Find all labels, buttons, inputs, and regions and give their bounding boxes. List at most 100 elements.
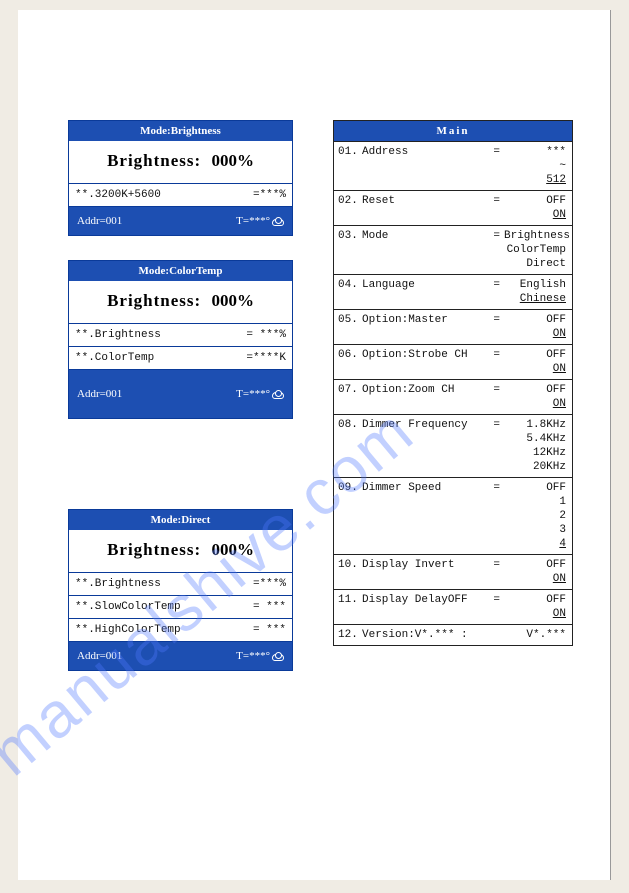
param-row: **.SlowColorTemp = *** (69, 596, 292, 619)
menu-extra: 2 (338, 509, 566, 523)
menu-name: Display DelayOFF (362, 593, 490, 607)
menu-eq: = (490, 229, 500, 243)
menu-num: 05. (338, 313, 362, 327)
addr-text: Addr=001 (77, 215, 122, 227)
big-value: 000% (211, 151, 254, 170)
menu-eq: = (490, 481, 500, 495)
menu-eq: = (490, 278, 500, 292)
menu-extra: 512 (338, 173, 566, 187)
menu-value: OFF (500, 313, 566, 327)
menu-value: OFF (500, 194, 566, 208)
menu-name: Mode (362, 229, 490, 243)
big-label: Brightness: (107, 540, 201, 559)
menu-row: 11.Display DelayOFF=OFFON (334, 589, 572, 624)
menu-num: 11. (338, 593, 362, 607)
param-name: **.HighColorTemp (75, 624, 253, 636)
page: manualshive.com Mode:Brightness Brightne… (0, 0, 629, 893)
menu-name: Option:Strobe CH (362, 348, 490, 362)
menu-name: Option:Zoom CH (362, 383, 490, 397)
menu-name: Address (362, 145, 490, 159)
main-menu: Main 01.Address=***~51202.Reset=OFFON03.… (333, 120, 573, 646)
menu-num: 01. (338, 145, 362, 159)
menu-row: 09.Dimmer Speed=OFF1234 (334, 477, 572, 554)
menu-extra: ColorTemp (338, 243, 566, 257)
panel-brightness-big: Brightness: 000% (69, 141, 292, 184)
addr-text: Addr=001 (77, 388, 122, 400)
panel-direct-title: Mode:Direct (69, 510, 292, 530)
param-row: **.Brightness =***% (69, 573, 292, 596)
menu-eq: = (490, 383, 500, 397)
menu-eq: = (490, 418, 500, 432)
panel-brightness: Mode:Brightness Brightness: 000% **.3200… (68, 120, 293, 236)
temp-text: T=***° (236, 650, 284, 662)
menu-num: 12. (338, 628, 362, 642)
menu-row: 05.Option:Master=OFFON (334, 309, 572, 344)
left-column: Mode:Brightness Brightness: 000% **.3200… (68, 120, 293, 695)
menu-extra: ON (338, 397, 566, 411)
menu-value: OFF (500, 558, 566, 572)
menu-extra: ON (338, 327, 566, 341)
menu-num: 08. (338, 418, 362, 432)
param-name: **.3200K+5600 (75, 189, 253, 201)
menu-num: 03. (338, 229, 362, 243)
addr-text: Addr=001 (77, 650, 122, 662)
menu-value: OFF (500, 593, 566, 607)
menu-row: 07.Option:Zoom CH=OFFON (334, 379, 572, 414)
menu-eq: = (490, 348, 500, 362)
temp-text: T=***° (236, 388, 284, 400)
param-row: **.Brightness = ***% (69, 324, 292, 347)
menu-extra: ON (338, 208, 566, 222)
menu-row: 03.Mode=BrightnessColorTempDirect (334, 225, 572, 274)
menu-extra: ~ (338, 159, 566, 173)
menu-extra: 1 (338, 495, 566, 509)
temp-value: T=***° (236, 388, 270, 400)
param-row: **.ColorTemp =****K (69, 347, 292, 370)
param-value: = *** (253, 601, 286, 613)
sheet: manualshive.com Mode:Brightness Brightne… (18, 10, 611, 880)
menu-extra: Chinese (338, 292, 566, 306)
menu-extra: 3 (338, 523, 566, 537)
menu-extra: ON (338, 362, 566, 376)
temp-value: T=***° (236, 215, 270, 227)
param-name: **.ColorTemp (75, 352, 246, 364)
menu-value: V*.*** (500, 628, 566, 642)
menu-value: 1.8KHz (500, 418, 566, 432)
panel-direct: Mode:Direct Brightness: 000% **.Brightne… (68, 509, 293, 671)
param-value: =***% (253, 189, 286, 201)
menu-eq (490, 628, 500, 642)
menu-eq: = (490, 558, 500, 572)
menu-name: Option:Master (362, 313, 490, 327)
menu-num: 10. (338, 558, 362, 572)
param-name: **.Brightness (75, 578, 253, 590)
menu-num: 04. (338, 278, 362, 292)
menu-name: Dimmer Frequency (362, 418, 490, 432)
menu-extra: ON (338, 607, 566, 621)
menu-row: 08.Dimmer Frequency=1.8KHz5.4KHz12KHz20K… (334, 414, 572, 477)
cloud-icon (272, 392, 284, 399)
menu-num: 09. (338, 481, 362, 495)
main-menu-body: 01.Address=***~51202.Reset=OFFON03.Mode=… (334, 141, 572, 645)
cloud-icon (272, 654, 284, 661)
param-value: =***% (253, 578, 286, 590)
addr-bar: Addr=001 T=***° (69, 642, 292, 670)
panel-colortemp-title: Mode:ColorTemp (69, 261, 292, 281)
addr-bar: Addr=001 T=***° (69, 207, 292, 235)
menu-eq: = (490, 313, 500, 327)
columns: Mode:Brightness Brightness: 000% **.3200… (68, 120, 560, 695)
cloud-icon (272, 219, 284, 226)
addr-bar: Addr=001 T=***° (69, 370, 292, 418)
panel-brightness-title: Mode:Brightness (69, 121, 292, 141)
menu-extra: 20KHz (338, 460, 566, 474)
menu-row: 06.Option:Strobe CH=OFFON (334, 344, 572, 379)
menu-row: 10.Display Invert=OFFON (334, 554, 572, 589)
menu-extra: 12KHz (338, 446, 566, 460)
menu-row: 01.Address=***~512 (334, 141, 572, 190)
menu-eq: = (490, 145, 500, 159)
menu-extra: ON (338, 572, 566, 586)
temp-text: T=***° (236, 215, 284, 227)
param-value: = ***% (246, 329, 286, 341)
menu-value: Brightness (500, 229, 566, 243)
temp-value: T=***° (236, 650, 270, 662)
menu-value: English (500, 278, 566, 292)
panel-colortemp-big: Brightness: 000% (69, 281, 292, 324)
